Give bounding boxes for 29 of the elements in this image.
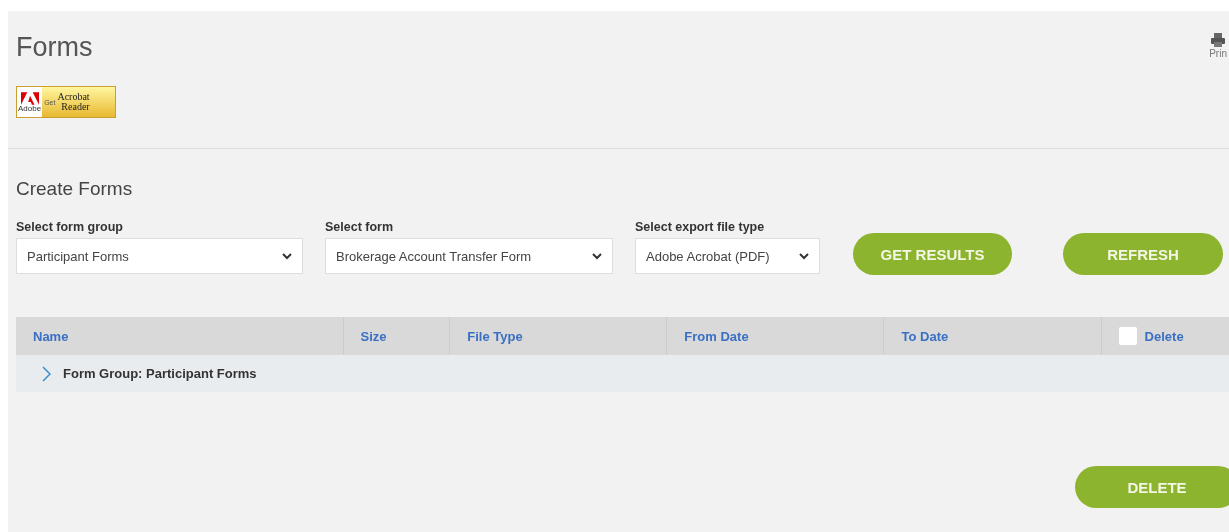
field-label: Select form bbox=[325, 220, 395, 234]
printer-icon bbox=[1210, 32, 1227, 48]
print-button[interactable]: Prin bbox=[1209, 32, 1227, 59]
reader-label: Reader bbox=[61, 102, 90, 112]
chevron-down-icon bbox=[282, 252, 292, 260]
adobe-label: Adobe bbox=[18, 104, 42, 113]
section-title: Create Forms bbox=[16, 178, 134, 200]
chevron-down-icon bbox=[799, 252, 809, 260]
action-button[interactable]: REFRESH bbox=[1063, 233, 1223, 275]
adobe-logo-icon bbox=[20, 91, 39, 105]
page-title: Forms bbox=[16, 32, 93, 63]
select-all-checkbox[interactable] bbox=[1118, 327, 1137, 345]
column-header[interactable]: Size bbox=[360, 328, 387, 344]
field-label: Select export file type bbox=[635, 220, 766, 234]
select-field[interactable]: Adobe Acrobat (PDF) bbox=[635, 238, 820, 274]
select-field[interactable]: Brokerage Account Transfer Form bbox=[325, 238, 613, 274]
field-label: Select form group bbox=[16, 220, 124, 234]
column-header[interactable]: Delete bbox=[1144, 328, 1184, 344]
acrobat-label: Acrobat bbox=[57, 92, 90, 102]
column-header[interactable]: From Date bbox=[684, 328, 749, 344]
action-button[interactable]: GET RESULTS bbox=[853, 233, 1012, 275]
chevron-down-icon bbox=[592, 252, 602, 260]
group-row-label: Form Group: Participant Forms bbox=[63, 366, 257, 381]
column-header[interactable]: Name bbox=[33, 328, 69, 344]
column-header[interactable]: To Date bbox=[901, 328, 949, 344]
delete-button[interactable]: DELETE bbox=[1075, 466, 1229, 508]
column-header[interactable]: File Type bbox=[467, 328, 523, 344]
select-field[interactable]: Participant Forms bbox=[16, 238, 303, 274]
expand-chevron-icon[interactable] bbox=[42, 365, 51, 382]
